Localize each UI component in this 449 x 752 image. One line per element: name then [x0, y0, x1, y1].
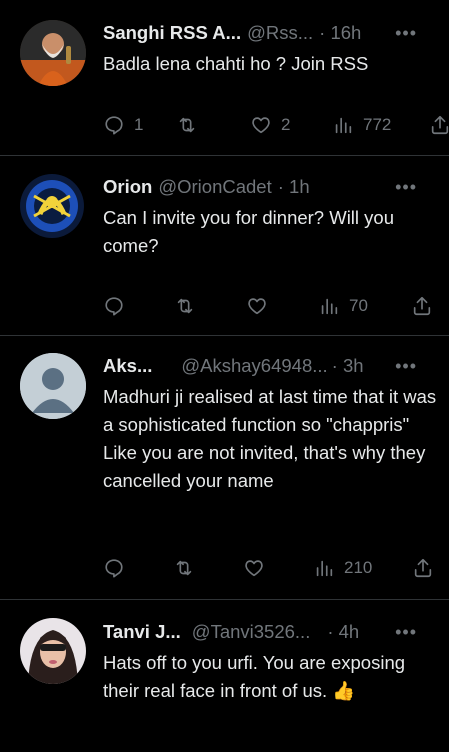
like-button[interactable] — [243, 555, 274, 581]
tweet-text: Can I invite you for dinner? Will you co… — [103, 207, 394, 256]
user-handle[interactable]: @Akshay64948... — [181, 355, 327, 377]
avatar-image — [20, 618, 86, 684]
views-button[interactable]: 772 — [332, 112, 391, 138]
views-count: 70 — [349, 296, 368, 315]
avatar[interactable] — [20, 618, 86, 684]
views-count: 772 — [363, 115, 392, 134]
user-handle[interactable]: @Tanvi3526... — [192, 621, 311, 643]
retweet-icon — [177, 298, 193, 314]
timestamp[interactable]: · 1h — [278, 176, 310, 198]
timestamp[interactable]: · 4h — [327, 621, 359, 643]
reply-count: 1 — [134, 115, 144, 134]
retweet-button[interactable] — [174, 293, 205, 319]
like-count: 2 — [281, 115, 291, 134]
heart-icon — [245, 560, 263, 577]
share-button[interactable] — [429, 112, 449, 138]
tweet-text: Madhuri ji realised at last time that it… — [103, 386, 437, 491]
views-button[interactable]: 210 — [313, 555, 372, 581]
tweet[interactable]: Aks... @Akshay64948... · 3h ••• Madhuri … — [0, 336, 449, 600]
share-button[interactable] — [411, 293, 433, 319]
reply-button[interactable] — [103, 293, 134, 319]
retweet-icon — [176, 560, 192, 576]
tweet[interactable]: Sanghi RSS A... @Rss... · 16h ••• Badla … — [0, 0, 449, 156]
retweet-button[interactable] — [176, 112, 207, 138]
views-icon — [321, 298, 338, 315]
avatar-image — [20, 20, 86, 86]
tweet-text: Badla lena chahti ho ? Join RSS — [103, 53, 369, 74]
share-button[interactable] — [412, 555, 434, 581]
tweet[interactable]: Orion @OrionCadet · 1h ••• Can I invite … — [0, 156, 449, 336]
user-handle[interactable]: @Rss... — [247, 22, 313, 44]
more-icon[interactable]: ••• — [395, 177, 417, 198]
display-name[interactable]: Aks... — [103, 355, 152, 377]
retweet-icon — [179, 117, 195, 133]
share-icon — [431, 115, 449, 135]
views-button[interactable]: 70 — [318, 293, 368, 319]
reply-icon — [105, 297, 123, 316]
display-name[interactable]: Sanghi RSS A... — [103, 22, 241, 44]
views-icon — [335, 117, 352, 134]
retweet-button[interactable] — [173, 555, 204, 581]
reply-button[interactable] — [103, 555, 134, 581]
like-button[interactable] — [246, 293, 277, 319]
reply-icon — [105, 559, 123, 578]
more-icon[interactable]: ••• — [395, 23, 417, 44]
heart-icon — [252, 117, 270, 134]
user-handle[interactable]: @OrionCadet — [158, 176, 271, 198]
avatar[interactable] — [20, 20, 86, 86]
avatar-image — [20, 174, 84, 238]
tweet[interactable]: Tanvi J... @Tanvi3526... · 4h ••• Hats o… — [0, 600, 449, 752]
share-icon — [413, 296, 431, 316]
reply-icon — [105, 116, 123, 135]
views-count: 210 — [344, 558, 373, 577]
like-button[interactable]: 2 — [250, 112, 290, 138]
heart-icon — [248, 298, 266, 315]
display-name[interactable]: Tanvi J... — [103, 621, 181, 643]
default-avatar-icon — [20, 353, 86, 419]
more-icon[interactable]: ••• — [395, 622, 417, 643]
display-name[interactable]: Orion — [103, 176, 152, 198]
avatar[interactable] — [20, 353, 86, 419]
reply-button[interactable]: 1 — [103, 112, 143, 138]
tweet-text: Hats off to you urfi. You are exposing t… — [103, 652, 406, 701]
views-icon — [316, 560, 333, 577]
share-icon — [414, 558, 432, 578]
more-icon[interactable]: ••• — [395, 356, 417, 377]
timestamp[interactable]: · 3h — [332, 355, 364, 377]
timestamp[interactable]: · 16h — [319, 22, 361, 44]
avatar[interactable] — [20, 174, 84, 238]
